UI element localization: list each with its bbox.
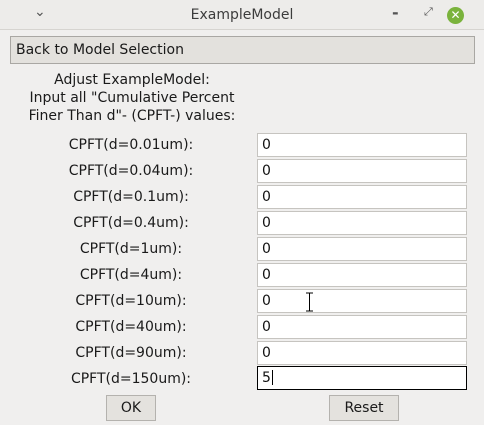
cpft-label-90um: CPFT(d=90um):: [75, 345, 187, 361]
minimize-icon[interactable]: -: [392, 3, 399, 22]
reset-button[interactable]: Reset: [329, 395, 399, 421]
cpft-input-0.1um[interactable]: 0: [257, 185, 467, 209]
cpft-input-0.4um[interactable]: 0: [257, 211, 467, 235]
restore-icon[interactable]: ⤢: [424, 5, 433, 19]
cpft-label-10um: CPFT(d=10um):: [75, 293, 187, 309]
cpft-input-0.01um[interactable]: 0: [257, 133, 467, 157]
back-to-model-selection-button[interactable]: Back to Model Selection: [10, 36, 475, 64]
example-model-window: ⌄ ExampleModel - ⤢ ✕ Back to Model Selec…: [0, 0, 484, 425]
cpft-label-4um: CPFT(d=4um):: [79, 267, 183, 283]
cpft-input-4um[interactable]: 0: [257, 263, 467, 287]
cpft-input-90um[interactable]: 0: [257, 341, 467, 365]
cpft-label-40um: CPFT(d=40um):: [75, 319, 187, 335]
cpft-label-150um: CPFT(d=150um):: [70, 371, 192, 387]
instruction-line-3: Finer Than d"- (CPFT-) values:: [28, 108, 236, 124]
cpft-label-0.01um: CPFT(d=0.01um):: [68, 137, 194, 153]
cpft-input-10um[interactable]: 0: [257, 289, 467, 313]
close-icon[interactable]: ✕: [447, 7, 464, 24]
window-title: ExampleModel: [190, 7, 294, 23]
instruction-line-2: Input all "Cumulative Percent: [29, 90, 235, 106]
ok-button[interactable]: OK: [106, 395, 156, 421]
cpft-input-1um[interactable]: 0: [257, 237, 467, 261]
cpft-input-0.04um[interactable]: 0: [257, 159, 467, 183]
instruction-line-1: Adjust ExampleModel:: [54, 72, 210, 88]
text-caret: [271, 370, 273, 385]
cpft-label-0.1um: CPFT(d=0.1um):: [73, 189, 189, 205]
cpft-input-40um[interactable]: 0: [257, 315, 467, 339]
cpft-input-150um-value: 5: [262, 370, 271, 386]
cpft-label-0.04um: CPFT(d=0.04um):: [68, 163, 194, 179]
cpft-input-150um[interactable]: 5: [257, 366, 467, 390]
title-bar[interactable]: ⌄ ExampleModel - ⤢ ✕: [0, 0, 484, 30]
cpft-label-0.4um: CPFT(d=0.4um):: [73, 215, 189, 231]
text-cursor-icon: [306, 292, 313, 312]
cpft-label-1um: CPFT(d=1um):: [79, 241, 183, 257]
